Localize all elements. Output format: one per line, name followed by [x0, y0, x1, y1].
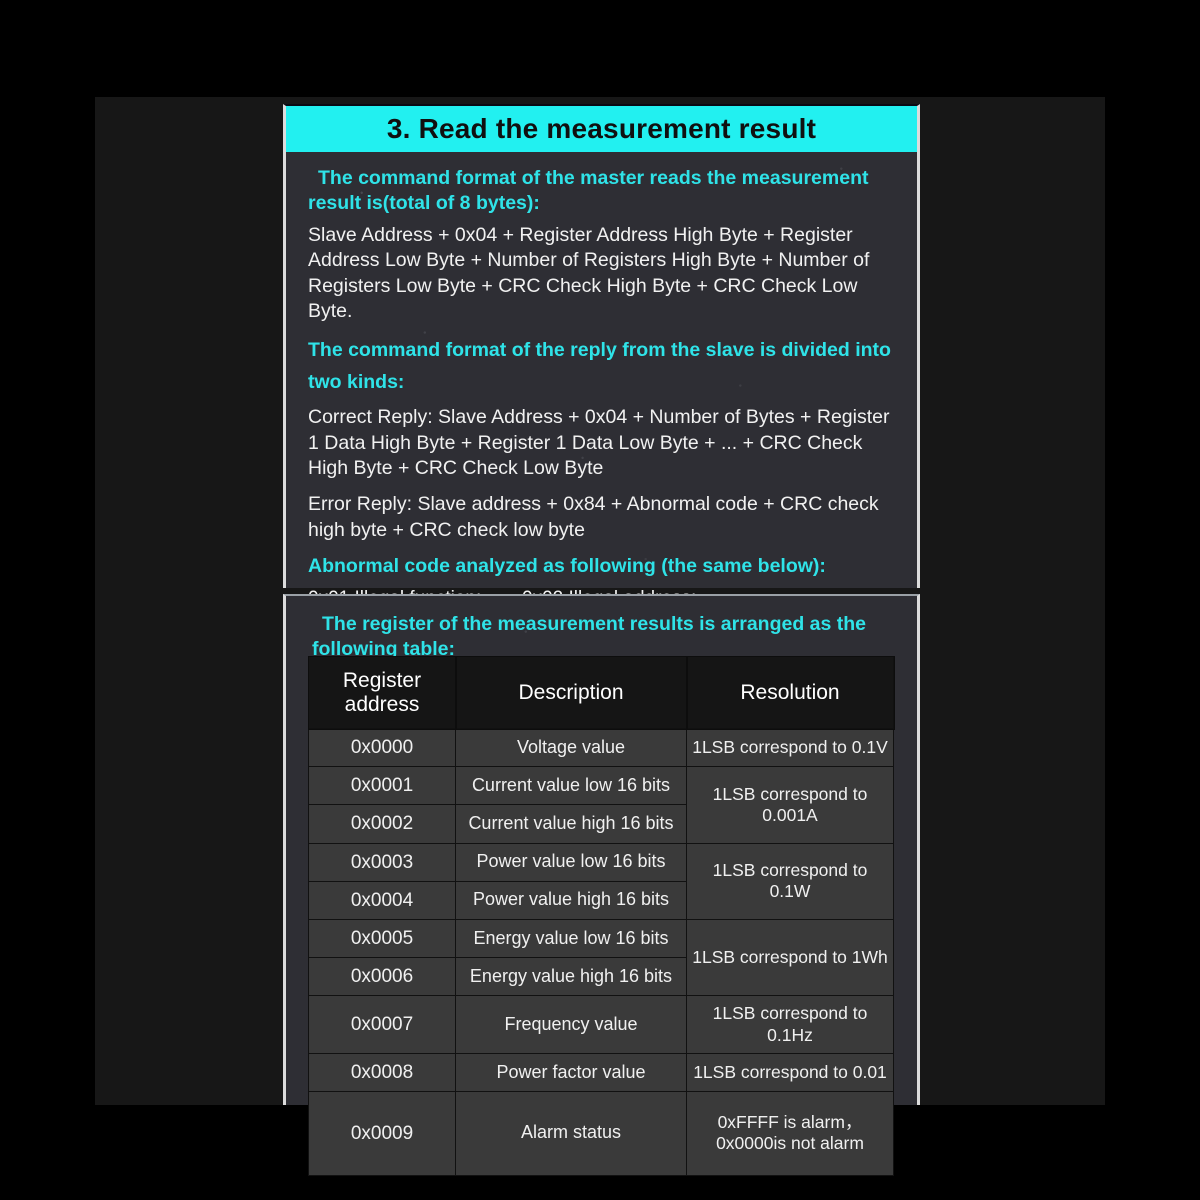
- table-intro-text: The register of the measurement results …: [312, 613, 867, 660]
- cell-register-address: 0x0003: [308, 842, 456, 882]
- cell-description: Power value low 16 bits: [455, 842, 687, 882]
- slave-reply-heading: The command format of the reply from the…: [308, 339, 891, 393]
- cell-description: Power value high 16 bits: [455, 880, 687, 920]
- register-table: Register address Description Resolution …: [307, 655, 895, 1176]
- cell-description: Alarm status: [455, 1091, 687, 1176]
- cell-description: Frequency value: [455, 995, 687, 1054]
- correct-reply-body: Correct Reply: Slave Address + 0x04 + Nu…: [308, 406, 890, 480]
- table-row: 0x0009 Alarm status 0xFFFF is alarm，0x00…: [308, 1091, 894, 1176]
- cell-resolution: 1LSB correspond to 0.1W: [686, 842, 894, 920]
- cell-register-address: 0x0004: [308, 880, 456, 920]
- error-reply-body: Error Reply: Slave address + 0x84 + Abno…: [308, 493, 879, 541]
- column-header-register-address: Register address: [307, 655, 457, 730]
- column-header-description: Description: [454, 655, 688, 730]
- table-row: 0x0007 Frequency value 1LSB correspond t…: [308, 995, 894, 1054]
- cell-register-address: 0x0009: [308, 1091, 456, 1176]
- master-command-body: Slave Address + 0x04 + Register Address …: [308, 223, 870, 322]
- master-command-heading: The command format of the master reads t…: [308, 167, 869, 214]
- table-row: 0x0005 Energy value low 16 bits 1LSB cor…: [308, 918, 894, 997]
- cell-register-address: 0x0000: [308, 728, 456, 768]
- cell-description: Energy value high 16 bits: [455, 957, 687, 997]
- cell-resolution: 1LSB correspond to 0.1V: [686, 728, 894, 768]
- table-header-row: Register address Description Resolution: [307, 655, 895, 730]
- column-header-resolution: Resolution: [685, 655, 895, 730]
- section-title-bar: 3. Read the measurement result: [286, 106, 917, 152]
- cell-resolution: 1LSB correspond to 0.01: [686, 1052, 894, 1093]
- cell-register-address: 0x0001: [308, 766, 456, 806]
- cell-register-address: 0x0002: [308, 804, 456, 844]
- cell-register-address: 0x0008: [308, 1052, 456, 1093]
- cell-description: Voltage value: [455, 728, 687, 768]
- cell-description: Current value high 16 bits: [455, 804, 687, 844]
- cell-resolution: 1LSB correspond to 1Wh: [686, 918, 894, 997]
- cell-resolution: 1LSB correspond to 0.1Hz: [686, 995, 894, 1054]
- cell-register-address: 0x0007: [308, 995, 456, 1054]
- instruction-card: 3. Read the measurement result The comma…: [283, 104, 920, 635]
- table-row: 0x0000 Voltage value 1LSB correspond to …: [308, 728, 894, 768]
- table-row: 0x0008 Power factor value 1LSB correspon…: [308, 1052, 894, 1093]
- cell-description: Current value low 16 bits: [455, 766, 687, 806]
- cell-register-address: 0x0006: [308, 957, 456, 997]
- cell-description: Power factor value: [455, 1052, 687, 1093]
- abnormal-code-heading: Abnormal code analyzed as following (the…: [308, 555, 826, 578]
- table-row: 0x0003 Power value low 16 bits 1LSB corr…: [308, 842, 894, 920]
- cell-register-address: 0x0005: [308, 918, 456, 959]
- table-row: 0x0001 Current value low 16 bits 1LSB co…: [308, 766, 894, 844]
- page-title: 3. Read the measurement result: [386, 113, 817, 144]
- cell-resolution: 0xFFFF is alarm，0x0000is not alarm: [686, 1091, 894, 1176]
- page-root: 3. Read the measurement result The comma…: [0, 0, 1200, 1200]
- register-table-card: The register of the measurement results …: [283, 594, 920, 1176]
- cell-description: Energy value low 16 bits: [455, 918, 687, 959]
- cell-resolution: 1LSB correspond to 0.001A: [686, 766, 894, 844]
- instruction-body: The command format of the master reads t…: [286, 152, 917, 635]
